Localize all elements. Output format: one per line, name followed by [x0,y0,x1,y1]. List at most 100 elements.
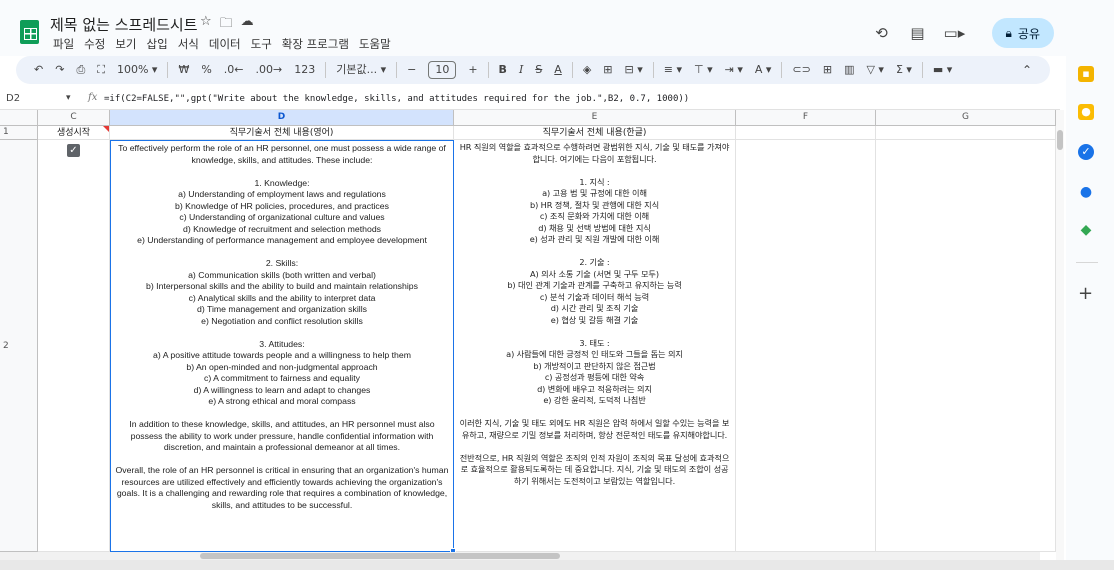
borders-icon[interactable]: ⊞ [597,60,618,80]
merge-cells-icon[interactable]: ⊟ ▾ [619,60,649,80]
undo-icon[interactable]: ↶ [28,60,49,80]
font-size-input[interactable]: 10 [422,60,462,80]
title-bar: 제목 없는 스프레드시트 ☆ 🗀 ☁ 파일 수정 보기 삽입 서식 데이터 도구… [0,0,1114,56]
bottom-frame [0,560,1114,570]
divider [167,62,169,78]
currency-format-button[interactable]: ₩ [172,60,195,80]
divider [781,62,783,78]
comment-indicator-icon[interactable] [103,126,109,132]
formula-input[interactable]: =if(C2=FALSE,"",gpt("Write about the kno… [104,94,689,104]
contacts-icon[interactable]: ● [1078,184,1094,200]
font-select[interactable]: 기본값... ▾ [330,60,392,80]
star-icon[interactable]: ☆ [200,14,212,36]
italic-button[interactable]: I [513,60,529,80]
collapse-menus-icon[interactable]: ⌃ [1022,63,1032,77]
text-rotate-icon[interactable]: A ▾ [749,60,778,80]
column-header-e[interactable]: E [454,110,736,126]
strikethrough-button[interactable]: S [529,60,548,80]
cell-f2[interactable] [736,140,876,552]
column-header-f[interactable]: F [736,110,876,126]
video-icon[interactable]: ▭▸ [944,23,966,43]
name-box[interactable]: D2 [6,93,20,104]
cell-e2[interactable]: HR 직원의 역할을 효과적으로 수행하려면 광범위한 지식, 기술 및 태도를… [454,140,736,552]
document-title[interactable]: 제목 없는 스프레드시트 [50,14,198,35]
cell-g2[interactable] [876,140,1056,552]
vertical-align-icon[interactable]: ⊤ ▾ [688,60,719,80]
functions-icon[interactable]: Σ ▾ [890,60,918,80]
fill-color-icon[interactable]: ◈ [577,60,597,80]
add-addon-icon[interactable]: + [1078,285,1093,303]
comment-icon[interactable]: ▤ [908,23,928,43]
header-english: 직무기술서 전체 내용(영어) [229,128,334,138]
percent-format-button[interactable]: % [195,60,217,80]
cloud-status-icon[interactable]: ☁ [241,14,254,36]
vertical-scroll-thumb[interactable] [1057,130,1063,150]
horizontal-scrollbar[interactable] [0,552,1040,560]
menu-tools[interactable]: 도구 [246,36,277,52]
font-size-increase-button[interactable]: + [462,60,483,80]
calendar-icon[interactable]: ▪ [1078,66,1094,82]
header-korean: 직무기술서 전체 내용(한글) [542,128,647,138]
cell-e1[interactable]: 직무기술서 전체 내용(한글) [454,126,736,140]
chevron-down-icon[interactable]: ▾ [66,93,71,103]
cell-g1[interactable] [876,126,1056,140]
menu-bar: 파일 수정 보기 삽입 서식 데이터 도구 확장 프로그램 도움말 [48,36,396,52]
row-header-2[interactable]: 2 [0,140,38,552]
insert-chart-icon[interactable]: ▥ [838,60,860,80]
menu-edit[interactable]: 수정 [79,36,110,52]
vertical-scrollbar[interactable] [1056,110,1064,560]
english-job-description: To effectively perform the role of an HR… [115,143,449,510]
menu-extensions[interactable]: 확장 프로그램 [277,36,354,52]
text-wrap-icon[interactable]: ⇥ ▾ [719,60,749,80]
decrease-decimal-button[interactable]: .0← [218,60,250,80]
cell-d1[interactable]: 직무기술서 전체 내용(영어) [110,126,454,140]
menu-view[interactable]: 보기 [110,36,141,52]
formula-bar: D2 ▾ fx =if(C2=FALSE,"",gpt("Write about… [0,90,1060,110]
keep-icon[interactable]: ● [1078,104,1094,120]
menu-help[interactable]: 도움말 [354,36,396,52]
cell-c2[interactable]: ✓ [38,140,110,552]
filter-icon[interactable]: ▽ ▾ [860,60,889,80]
bold-button[interactable]: B [493,60,513,80]
menu-insert[interactable]: 삽입 [142,36,173,52]
menu-data[interactable]: 데이터 [204,36,246,52]
insert-comment-icon[interactable]: ⊞ [817,60,838,80]
share-label: 공유 [1017,26,1040,41]
history-icon[interactable]: ⟲ [872,23,892,43]
input-tools-icon[interactable]: ▬ ▾ [927,60,958,80]
move-folder-icon[interactable]: 🗀 [220,14,233,36]
print-icon[interactable]: ⎙ [70,60,91,80]
horizontal-align-icon[interactable]: ≡ ▾ [658,60,688,80]
column-header-c[interactable]: C [38,110,110,126]
font-size-decrease-button[interactable]: − [401,60,422,80]
maps-icon[interactable]: ◆ [1078,222,1094,238]
row-header-1[interactable]: 1 [0,126,38,140]
share-button[interactable]: 🔒︎ 공유 [991,18,1054,48]
menu-format[interactable]: 서식 [173,36,204,52]
sheets-logo-icon[interactable] [20,20,39,44]
text-color-button[interactable]: A [548,60,568,80]
toolbar: ↶ ↷ ⎙ ⛶ 100% ▾ ₩ % .0← .00→ 123 기본값... ▾… [16,56,1050,84]
paint-format-icon[interactable]: ⛶ [91,60,111,80]
menu-file[interactable]: 파일 [48,36,79,52]
side-panel: ▪ ● ✓ ● ◆ + [1066,56,1114,570]
cell-f1[interactable] [736,126,876,140]
redo-icon[interactable]: ↷ [49,60,70,80]
fill-handle[interactable] [450,548,456,552]
number-format-button[interactable]: 123 [288,60,321,80]
top-right-actions: ⟲ ▤ ▭▸ 🔒︎ 공유 [872,18,1054,48]
checkbox-checked[interactable]: ✓ [67,144,80,157]
sheet-grid[interactable]: C D E F G 1 2 생성시작 직무기술서 전체 내용(영어) 직무기술서… [0,110,1056,552]
increase-decimal-button[interactable]: .00→ [250,60,289,80]
title-actions: ☆ 🗀 ☁ [200,14,254,36]
column-header-d[interactable]: D [110,110,454,126]
horizontal-scroll-thumb[interactable] [200,553,560,559]
select-all-corner[interactable] [0,110,38,126]
column-header-g[interactable]: G [876,110,1056,126]
zoom-select[interactable]: 100% ▾ [111,60,163,80]
tasks-icon[interactable]: ✓ [1078,144,1094,160]
insert-link-icon[interactable]: ⊂⊃ [786,60,816,80]
cell-d2[interactable]: To effectively perform the role of an HR… [110,140,454,552]
divider [1076,262,1098,263]
cell-c1[interactable]: 생성시작 [38,126,110,140]
